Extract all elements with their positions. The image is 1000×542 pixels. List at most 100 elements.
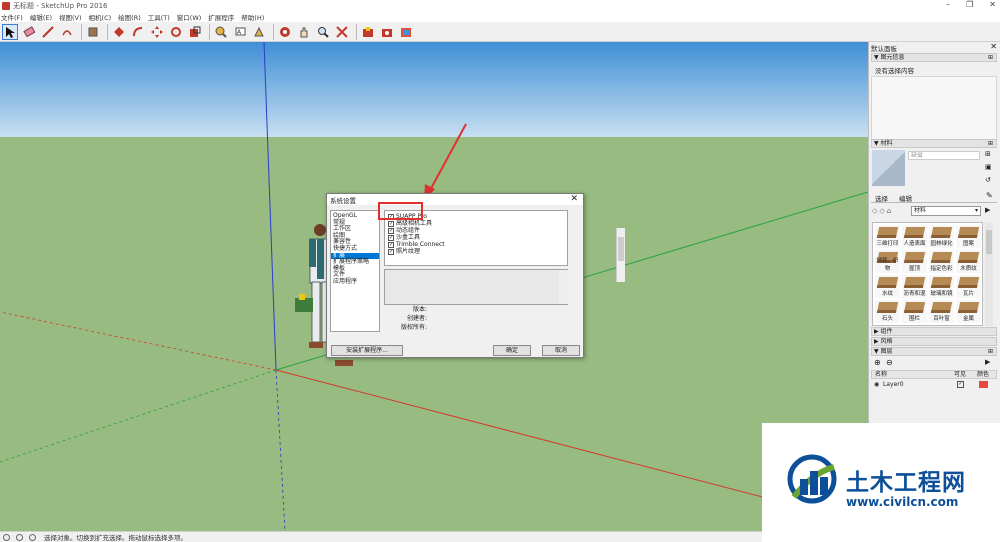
table-row[interactable]: ◉ Layer0 ✓	[871, 380, 997, 389]
menu-camera[interactable]: 相机(C)	[89, 12, 112, 22]
menu-tools[interactable]: 工具(T)	[148, 12, 170, 22]
extension-item[interactable]: ✓ Trimble Connect	[385, 241, 567, 248]
layers-header[interactable]: ▼ 图层 ⊞	[871, 347, 997, 356]
material-tile[interactable]: 木质纹	[956, 250, 981, 273]
rotate-icon[interactable]	[168, 24, 184, 40]
scrollbar-thumb[interactable]	[986, 230, 992, 254]
components-header[interactable]: ▶ 组件	[871, 327, 997, 336]
material-tile[interactable]: 沥青和混	[902, 275, 927, 298]
active-layer-radio-icon[interactable]: ◉	[874, 380, 879, 389]
menu-view[interactable]: 视图(V)	[59, 12, 82, 22]
minimize-button[interactable]: –	[946, 0, 950, 9]
move-icon[interactable]	[149, 24, 165, 40]
dialog-close-icon[interactable]: ✕	[570, 194, 578, 205]
extension-item[interactable]: ✓ 照片纹理	[385, 248, 567, 255]
warehouse-icon[interactable]	[360, 24, 376, 40]
line-tool-icon[interactable]	[40, 24, 56, 40]
material-tile[interactable]: 百叶窗	[929, 300, 954, 323]
materials-header[interactable]: ▼ 材料 ⊞	[871, 139, 997, 148]
paint-icon[interactable]	[251, 24, 267, 40]
material-tile[interactable]: 围栏	[902, 300, 927, 323]
checkbox-checked-icon[interactable]: ✓	[388, 248, 394, 255]
ok-button[interactable]: 确定	[493, 345, 531, 356]
col-name[interactable]: 名称	[875, 371, 887, 378]
material-tile[interactable]: 指定色彩	[929, 250, 954, 273]
layout-icon[interactable]	[398, 24, 414, 40]
menu-edit[interactable]: 编辑(E)	[30, 12, 52, 22]
col-color[interactable]: 颜色	[977, 371, 989, 378]
add-layer-icon[interactable]: ⊕	[874, 358, 881, 367]
extension-item[interactable]: ✓ 动态组件	[385, 227, 567, 234]
pan-icon[interactable]	[296, 24, 312, 40]
user-icon[interactable]	[29, 533, 36, 541]
layer-details-arrow-icon[interactable]: ▶	[985, 358, 990, 366]
material-tile[interactable]: 三维打印	[875, 225, 900, 248]
checkbox-checked-icon[interactable]: ✓	[388, 234, 394, 241]
material-tile[interactable]: 玻璃和镜	[929, 275, 954, 298]
push-pull-icon[interactable]	[111, 24, 127, 40]
pin-icon[interactable]: ⊞	[988, 54, 993, 62]
checkbox-checked-icon[interactable]: ✓	[388, 220, 394, 227]
nav-icons[interactable]: ◇◇⌂	[872, 207, 893, 215]
shape-tool-icon[interactable]	[59, 24, 75, 40]
maximize-button[interactable]: ❐	[966, 0, 973, 9]
extension-item[interactable]: ✓ 高级相机工具	[385, 220, 567, 227]
extension-list-scrollbar[interactable]	[616, 228, 625, 282]
select-tool-icon[interactable]	[2, 23, 18, 40]
create-material-icon[interactable]: ⊞	[985, 150, 991, 158]
paint-bucket-icon[interactable]	[85, 24, 101, 40]
scale-icon[interactable]	[187, 24, 203, 40]
description-scrollbar[interactable]	[559, 270, 568, 304]
checkbox-checked-icon[interactable]: ✓	[388, 227, 394, 234]
close-button[interactable]: ✕	[989, 0, 996, 9]
material-name-input[interactable]: 缺省	[908, 151, 980, 160]
material-tile[interactable]: 园林绿化	[929, 225, 954, 248]
follow-me-icon[interactable]	[130, 24, 146, 40]
material-tile[interactable]: 石头	[875, 300, 900, 323]
menu-draw[interactable]: 绘图(R)	[118, 12, 141, 22]
text-icon[interactable]: A	[232, 24, 248, 40]
material-tile[interactable]: 人造表面	[902, 225, 927, 248]
material-tile[interactable]: 瓦片	[956, 275, 981, 298]
cancel-button[interactable]: 取消	[542, 345, 580, 356]
tape-measure-icon[interactable]	[213, 24, 229, 40]
pin-icon[interactable]: ⊞	[988, 348, 993, 356]
menu-extensions[interactable]: 扩展程序	[208, 12, 234, 22]
material-category-select[interactable]: 材料 ▾	[911, 206, 981, 216]
tab-select[interactable]: 选择	[875, 193, 888, 203]
material-grid-scrollbar[interactable]	[985, 222, 993, 326]
category-applications[interactable]: 应用程序	[331, 278, 379, 286]
zoom-extents-icon[interactable]	[334, 24, 350, 40]
entity-info-header[interactable]: ▼ 图元信息 ⊞	[871, 53, 997, 62]
styles-header[interactable]: ▶ 风格	[871, 337, 997, 346]
checkbox-checked-icon[interactable]: ✓	[388, 241, 394, 248]
menu-file[interactable]: 文件(F)	[1, 12, 23, 22]
layer-color-swatch[interactable]	[979, 381, 988, 388]
menu-help[interactable]: 帮助(H)	[241, 12, 264, 22]
layer-visible-checkbox[interactable]: ✓	[957, 381, 964, 388]
panel-close-icon[interactable]: ✕	[990, 42, 997, 51]
material-tile[interactable]: 图案	[956, 225, 981, 248]
delete-layer-icon[interactable]: ⊖	[886, 358, 893, 367]
geo-location-icon[interactable]	[3, 533, 10, 541]
pin-icon[interactable]: ⊞	[988, 140, 993, 148]
details-arrow-icon[interactable]: ▶	[985, 206, 990, 214]
menu-window[interactable]: 窗口(W)	[177, 12, 202, 22]
extension-item[interactable]: ✓ 沙盒工具	[385, 234, 567, 241]
scrollbar-thumb[interactable]	[618, 237, 624, 261]
col-visible[interactable]: 可见	[954, 371, 966, 378]
eraser-icon[interactable]	[21, 24, 37, 40]
credits-icon[interactable]	[16, 533, 23, 541]
default-material-icon[interactable]: ▣	[985, 163, 992, 171]
install-extension-button[interactable]: 安装扩展程序...	[331, 345, 403, 356]
material-tile[interactable]: 地毯、织物	[875, 250, 900, 273]
material-tile[interactable]: 水纹	[875, 275, 900, 298]
extension-warehouse-icon[interactable]	[379, 24, 395, 40]
zoom-icon[interactable]	[315, 24, 331, 40]
eyedropper-icon[interactable]: ✎	[986, 191, 993, 200]
sample-paint-icon[interactable]: ↺	[985, 176, 991, 184]
orbit-icon[interactable]	[277, 24, 293, 40]
material-tile[interactable]: 屋顶	[902, 250, 927, 273]
tab-edit[interactable]: 编辑	[899, 193, 912, 203]
material-tile[interactable]: 金属	[956, 300, 981, 323]
